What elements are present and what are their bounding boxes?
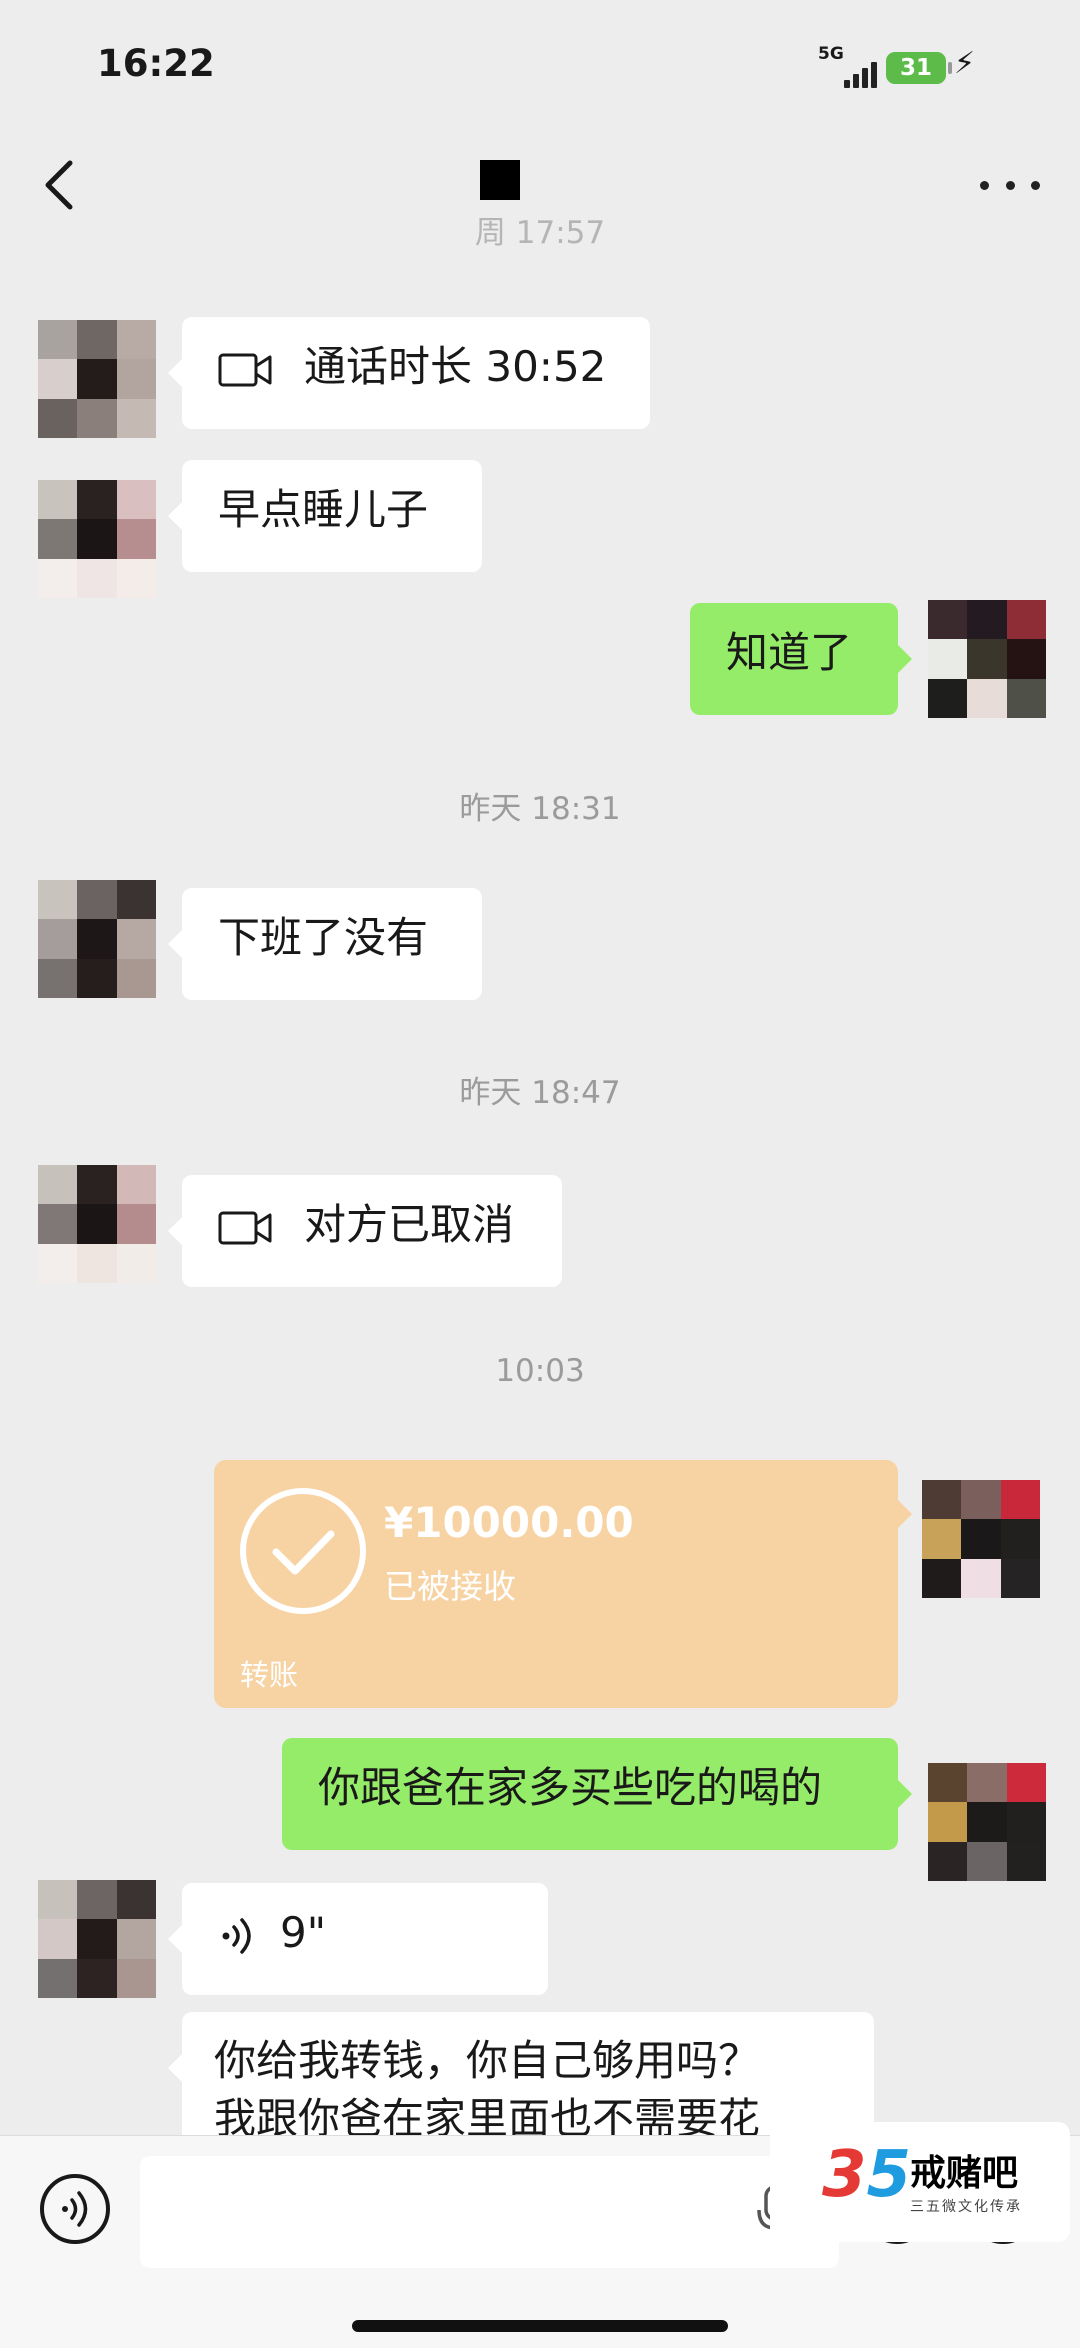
voice-icon bbox=[62, 2191, 88, 2227]
back-icon[interactable] bbox=[32, 155, 92, 215]
voice-message-bubble[interactable]: 9" bbox=[168, 1883, 548, 1995]
message-bubble[interactable]: 知道了 bbox=[690, 603, 912, 715]
voice-mode-button[interactable] bbox=[40, 2174, 110, 2244]
message-bubble[interactable]: 下班了没有 bbox=[168, 888, 482, 1000]
status-bar: 16:22 5G 31 ⚡ bbox=[0, 0, 1080, 135]
video-call-icon bbox=[218, 1211, 272, 1244]
voice-duration: 9" bbox=[280, 1908, 327, 1957]
avatar[interactable] bbox=[38, 320, 156, 438]
my-avatar[interactable] bbox=[928, 1763, 1046, 1881]
transfer-amount: ¥10000.00 bbox=[384, 1498, 634, 1547]
watermark-logo: 35 戒赌吧 三五微文化传承 bbox=[770, 2122, 1070, 2242]
avatar[interactable] bbox=[38, 480, 156, 598]
message-bubble[interactable]: 你给我转钱，你自己够用吗？ 我跟你爸在家里面也不需要花 bbox=[168, 2012, 874, 2135]
network-type: 5G bbox=[818, 44, 844, 64]
call-status-text: 对方已取消 bbox=[304, 1200, 515, 1249]
call-duration-text: 通话时长 30:52 bbox=[304, 342, 607, 391]
message-line: 我跟你爸在家里面也不需要花 bbox=[214, 2094, 761, 2135]
video-call-icon bbox=[218, 353, 272, 386]
timestamp: 昨天 18:31 bbox=[459, 791, 621, 827]
battery-icon: 31 bbox=[886, 52, 952, 84]
signal-icon: 5G bbox=[818, 44, 877, 88]
timestamp: 昨天 18:47 bbox=[459, 1075, 621, 1111]
avatar[interactable] bbox=[38, 1165, 156, 1283]
message-bubble[interactable]: 早点睡儿子 bbox=[168, 460, 482, 572]
chat-messages[interactable]: 周 17:57 通话时长 30:52 早点睡儿子 知道了 昨天 18:31 下班… bbox=[0, 215, 1080, 2135]
timestamp: 10:03 bbox=[495, 1353, 585, 1389]
watermark-tagline: 三五微文化传承 bbox=[910, 2199, 1022, 2215]
video-call-bubble[interactable]: 通话时长 30:52 bbox=[168, 317, 650, 429]
charging-icon: ⚡ bbox=[954, 46, 976, 81]
avatar[interactable] bbox=[38, 880, 156, 998]
avatar[interactable] bbox=[38, 1880, 156, 1998]
transfer-label: 转账 bbox=[240, 1658, 299, 1692]
video-call-bubble[interactable]: 对方已取消 bbox=[168, 1175, 562, 1287]
voice-wave-icon bbox=[222, 1917, 251, 1954]
message-input[interactable] bbox=[140, 2156, 839, 2268]
transfer-card[interactable]: ¥10000.00 已被接收 转账 bbox=[214, 1460, 912, 1708]
watermark-number: 35 bbox=[822, 2138, 912, 2212]
my-avatar[interactable] bbox=[922, 1480, 1040, 1598]
timestamp: 周 17:57 bbox=[474, 215, 606, 251]
transfer-status: 已被接收 bbox=[384, 1567, 516, 1606]
watermark-name: 戒赌吧 bbox=[910, 2153, 1019, 2194]
home-indicator[interactable] bbox=[352, 2320, 728, 2332]
more-icon[interactable] bbox=[980, 173, 1040, 197]
message-bubble[interactable]: 你跟爸在家多买些吃的喝的 bbox=[282, 1738, 912, 1850]
check-circle-icon bbox=[240, 1488, 366, 1614]
message-line: 你给我转钱，你自己够用吗？ bbox=[214, 2036, 761, 2085]
my-avatar[interactable] bbox=[928, 600, 1046, 718]
status-time: 16:22 bbox=[97, 42, 215, 85]
contact-name-redacted bbox=[480, 160, 520, 200]
